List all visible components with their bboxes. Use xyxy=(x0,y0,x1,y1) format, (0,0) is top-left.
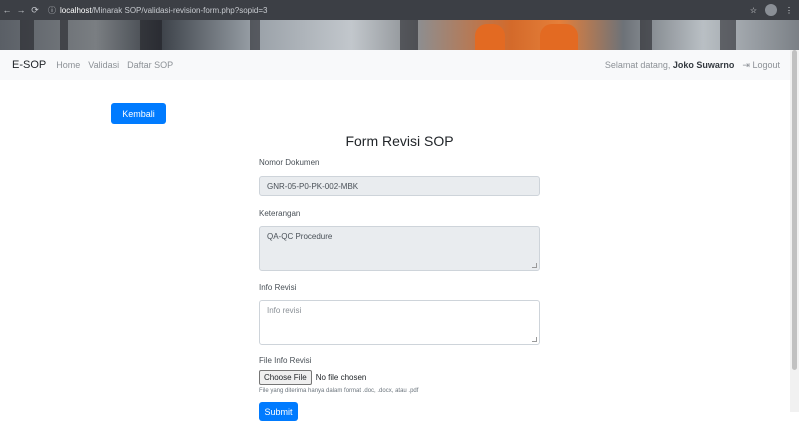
choose-file-button[interactable]: Choose File xyxy=(259,370,312,385)
file-info-label: File Info Revisi xyxy=(259,356,312,365)
page-scrollbar[interactable] xyxy=(790,50,799,412)
info-revisi-placeholder: Info revisi xyxy=(267,306,302,315)
keterangan-value: QA-QC Procedure xyxy=(267,232,333,241)
profile-avatar-icon[interactable] xyxy=(765,4,777,16)
revision-form: Nomor Dokumen GNR-05-P0-PK-002-MBK Keter… xyxy=(259,158,540,421)
file-input[interactable]: Choose File No file chosen xyxy=(259,370,540,385)
user-name: Joko Suwarno xyxy=(672,60,735,70)
kembali-button[interactable]: Kembali xyxy=(111,103,166,124)
navbar: E-SOP Home Validasi Daftar SOP Selamat d… xyxy=(0,50,790,80)
scrollbar-thumb[interactable] xyxy=(792,50,797,370)
reload-icon[interactable]: ⟳ xyxy=(28,5,42,16)
resize-handle-icon[interactable] xyxy=(532,263,537,268)
url-path: /Minarak SOP/validasi-revision-form.php?… xyxy=(91,5,268,15)
star-icon[interactable]: ☆ xyxy=(750,6,757,15)
keterangan-field[interactable]: QA-QC Procedure xyxy=(259,226,540,271)
url-host: localhost xyxy=(60,5,92,15)
header-banner-image xyxy=(0,20,799,50)
nav-home[interactable]: Home xyxy=(56,60,80,70)
nav-validasi[interactable]: Validasi xyxy=(88,60,119,70)
no-file-text: No file chosen xyxy=(315,373,367,382)
file-help-text: File yang diterima hanya dalam format .d… xyxy=(259,388,419,394)
info-revisi-label: Info Revisi xyxy=(259,283,297,292)
page-title: Form Revisi SOP xyxy=(345,133,454,149)
menu-dots-icon[interactable]: ⋮ xyxy=(785,6,793,15)
back-arrow-icon[interactable]: ← xyxy=(0,5,14,15)
browser-toolbar: ← → ⟳ ⓘ localhost/Minarak SOP/validasi-r… xyxy=(0,0,799,20)
logout-icon: ⇥ xyxy=(742,59,750,70)
nav-daftar-sop[interactable]: Daftar SOP xyxy=(127,60,173,70)
nomor-dokumen-field[interactable]: GNR-05-P0-PK-002-MBK xyxy=(259,176,540,196)
logout-link[interactable]: ⇥ Logout xyxy=(742,60,780,71)
nomor-dokumen-label: Nomor Dokumen xyxy=(259,158,320,167)
greeting: Selamat datang, Joko Suwarno xyxy=(604,60,735,70)
brand-link[interactable]: E-SOP xyxy=(12,59,46,71)
info-revisi-textarea[interactable]: Info revisi xyxy=(259,300,540,345)
resize-handle-icon[interactable] xyxy=(532,337,537,342)
address-bar[interactable]: ⓘ localhost/Minarak SOP/validasi-revisio… xyxy=(48,5,267,16)
forward-arrow-icon[interactable]: → xyxy=(14,5,28,15)
info-icon: ⓘ xyxy=(48,5,56,15)
keterangan-label: Keterangan xyxy=(259,209,301,218)
